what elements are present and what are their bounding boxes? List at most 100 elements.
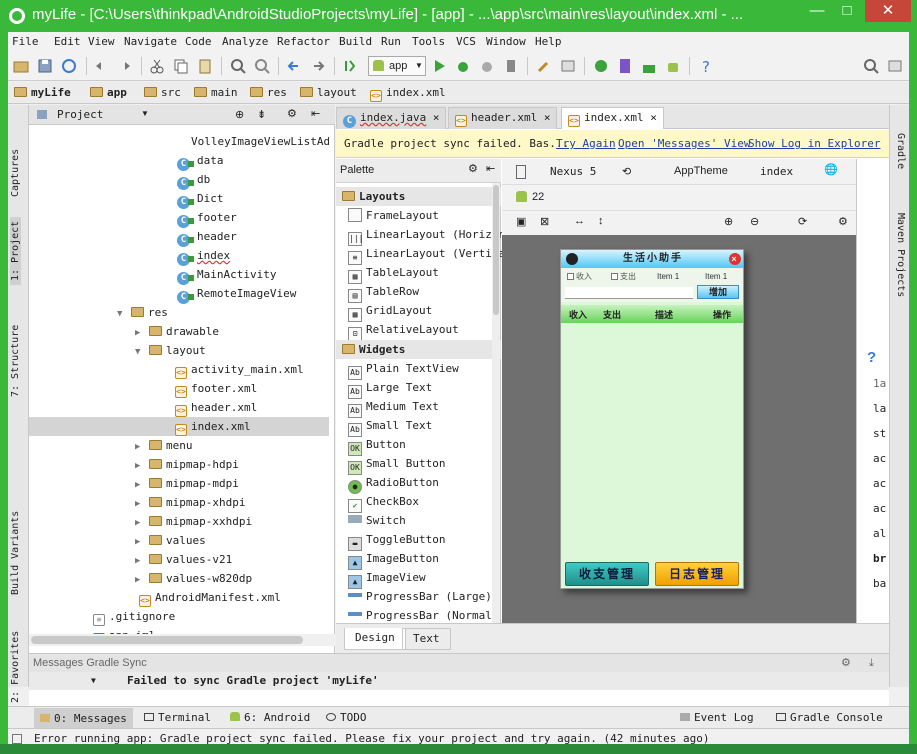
sync-gradle-icon[interactable]: [592, 57, 610, 75]
tab-index-java[interactable]: Cindex.java ×: [336, 107, 447, 129]
api-level[interactable]: 22: [532, 191, 544, 203]
tree-node[interactable]: ▶ mipmap-xhdpi: [135, 493, 245, 512]
palette-item[interactable]: OK Button: [348, 435, 406, 456]
tab-captures[interactable]: Captures: [10, 149, 21, 197]
hide-icon[interactable]: ⤓: [869, 654, 874, 672]
palette-item[interactable]: ✔ CheckBox: [348, 492, 419, 513]
zoom-in-icon[interactable]: ⊕: [724, 215, 733, 228]
show-log-link[interactable]: Show Log in Explorer: [748, 137, 880, 150]
menu-analyze[interactable]: Analyze: [222, 35, 268, 48]
find-icon[interactable]: [229, 57, 247, 75]
project-structure-icon[interactable]: [535, 57, 553, 75]
hide-icon[interactable]: ⇤: [486, 162, 495, 175]
breadcrumb-item[interactable]: src: [144, 86, 181, 99]
settings-icon[interactable]: [559, 57, 577, 75]
palette-item[interactable]: ⊡ RelativeLayout: [348, 320, 459, 341]
try-again-link[interactable]: Try Again: [556, 137, 616, 150]
palette-item[interactable]: Switch: [348, 511, 406, 530]
project-horizontal-scrollbar[interactable]: [29, 634, 335, 646]
tree-node[interactable]: ▶ menu: [135, 436, 193, 455]
property-row[interactable]: al: [873, 527, 886, 540]
palette-item[interactable]: ▬ ToggleButton: [348, 530, 445, 551]
gear-icon[interactable]: ⚙: [841, 654, 851, 672]
property-row[interactable]: ac: [873, 502, 886, 515]
save-icon[interactable]: [36, 57, 54, 75]
tree-node[interactable]: ▶ values: [135, 531, 206, 550]
income-expense-button[interactable]: 收支管理: [565, 562, 649, 586]
tree-node[interactable]: C RemoteImageView: [177, 284, 296, 304]
collapse-icon[interactable]: ⇟: [257, 108, 266, 121]
menu-file[interactable]: File: [12, 35, 39, 48]
palette-item[interactable]: Ab Large Text: [348, 378, 432, 399]
tree-node[interactable]: Cindex: [177, 246, 230, 266]
menu-view[interactable]: View: [88, 35, 115, 48]
tab-structure[interactable]: 7: Structure: [10, 325, 21, 397]
close-icon[interactable]: ×: [650, 111, 657, 124]
close-icon[interactable]: ×: [433, 111, 440, 124]
tab-event-log[interactable]: Event Log: [680, 711, 754, 724]
help-icon[interactable]: ?: [697, 57, 715, 75]
property-row[interactable]: br: [873, 552, 886, 565]
help-icon[interactable]: ?: [867, 349, 876, 366]
locate-icon[interactable]: ⊕: [235, 108, 244, 121]
tab-messages[interactable]: 0: Messages: [34, 708, 133, 728]
replace-icon[interactable]: [253, 57, 271, 75]
gear-icon[interactable]: ⚙: [838, 215, 848, 228]
tree-node[interactable]: C MainActivity: [177, 265, 276, 285]
tree-node[interactable]: Cfooter: [177, 208, 237, 228]
device-frame-icon[interactable]: [516, 165, 526, 179]
chevron-down-icon[interactable]: ▼: [135, 343, 149, 362]
forward-icon[interactable]: [309, 57, 327, 75]
tree-node[interactable]: <> AndroidManifest.xml: [139, 588, 281, 607]
tab-gradle-console[interactable]: Gradle Console: [776, 711, 883, 724]
palette-item[interactable]: FrameLayout: [348, 206, 439, 225]
spinner-item[interactable]: Item 1: [657, 272, 679, 281]
close-button[interactable]: ✕: [865, 0, 911, 22]
paste-icon[interactable]: [196, 57, 214, 75]
open-messages-link[interactable]: Open 'Messages' View: [618, 137, 750, 150]
tree-node[interactable]: ≡ .gitignore: [93, 607, 175, 626]
tab-favorites[interactable]: 2: Favorites: [10, 631, 21, 703]
tab-android[interactable]: 6: Android: [230, 711, 310, 724]
palette-item[interactable]: ≡ LinearLayout (Vertical: [348, 244, 512, 265]
gear-icon[interactable]: ⚙: [468, 162, 478, 175]
tree-node[interactable]: C Dict: [177, 189, 224, 209]
close-icon[interactable]: ×: [544, 111, 551, 124]
back-icon[interactable]: [285, 57, 303, 75]
tab-gradle[interactable]: Gradle: [895, 133, 906, 169]
theme-label[interactable]: AppTheme: [674, 165, 728, 177]
hide-icon[interactable]: ⇤: [311, 107, 320, 120]
sync-icon[interactable]: [60, 57, 78, 75]
tree-node[interactable]: ▶ mipmap-mdpi: [135, 474, 239, 493]
breadcrumb-item[interactable]: res: [250, 86, 287, 99]
zoom-actual-icon[interactable]: ▣: [516, 215, 526, 228]
scrollbar-thumb[interactable]: [493, 185, 499, 315]
tab-todo[interactable]: TODO: [326, 711, 367, 724]
debug-icon[interactable]: [454, 57, 472, 75]
palette-item[interactable]: ● RadioButton: [348, 473, 439, 494]
menu-tools[interactable]: Tools: [412, 35, 445, 48]
property-row[interactable]: la: [873, 402, 886, 415]
menu-code[interactable]: Code: [185, 35, 212, 48]
chevron-down-icon[interactable]: ▼: [117, 305, 131, 324]
scrollbar-thumb[interactable]: [31, 636, 303, 644]
breadcrumb-item[interactable]: main: [194, 86, 238, 99]
breadcrumb-item[interactable]: myLife: [14, 86, 71, 99]
undo-icon[interactable]: [92, 57, 110, 75]
palette-item[interactable]: ▲ ImageView: [348, 568, 426, 589]
tab-index-xml[interactable]: <> index.xml ×: [561, 107, 664, 129]
device-label[interactable]: Nexus 5: [550, 165, 596, 178]
palette-group-layouts[interactable]: Layouts: [336, 187, 501, 206]
avd-manager-icon[interactable]: [616, 57, 634, 75]
menu-refactor[interactable]: Refactor: [277, 35, 330, 48]
orientation-icon[interactable]: ⟲: [622, 165, 631, 178]
spinner-item[interactable]: Item 1: [705, 272, 727, 281]
menu-run[interactable]: Run: [381, 35, 401, 48]
tree-node-selected[interactable]: <> index.xml: [29, 417, 329, 436]
tree-node[interactable]: ▶ values-w820dp: [135, 569, 252, 588]
activity-label[interactable]: index: [760, 165, 793, 178]
amount-input[interactable]: [565, 287, 693, 299]
breadcrumb-item[interactable]: app: [90, 86, 127, 99]
attach-debugger-icon[interactable]: [478, 57, 496, 75]
tree-node[interactable]: Cdb: [177, 170, 210, 190]
